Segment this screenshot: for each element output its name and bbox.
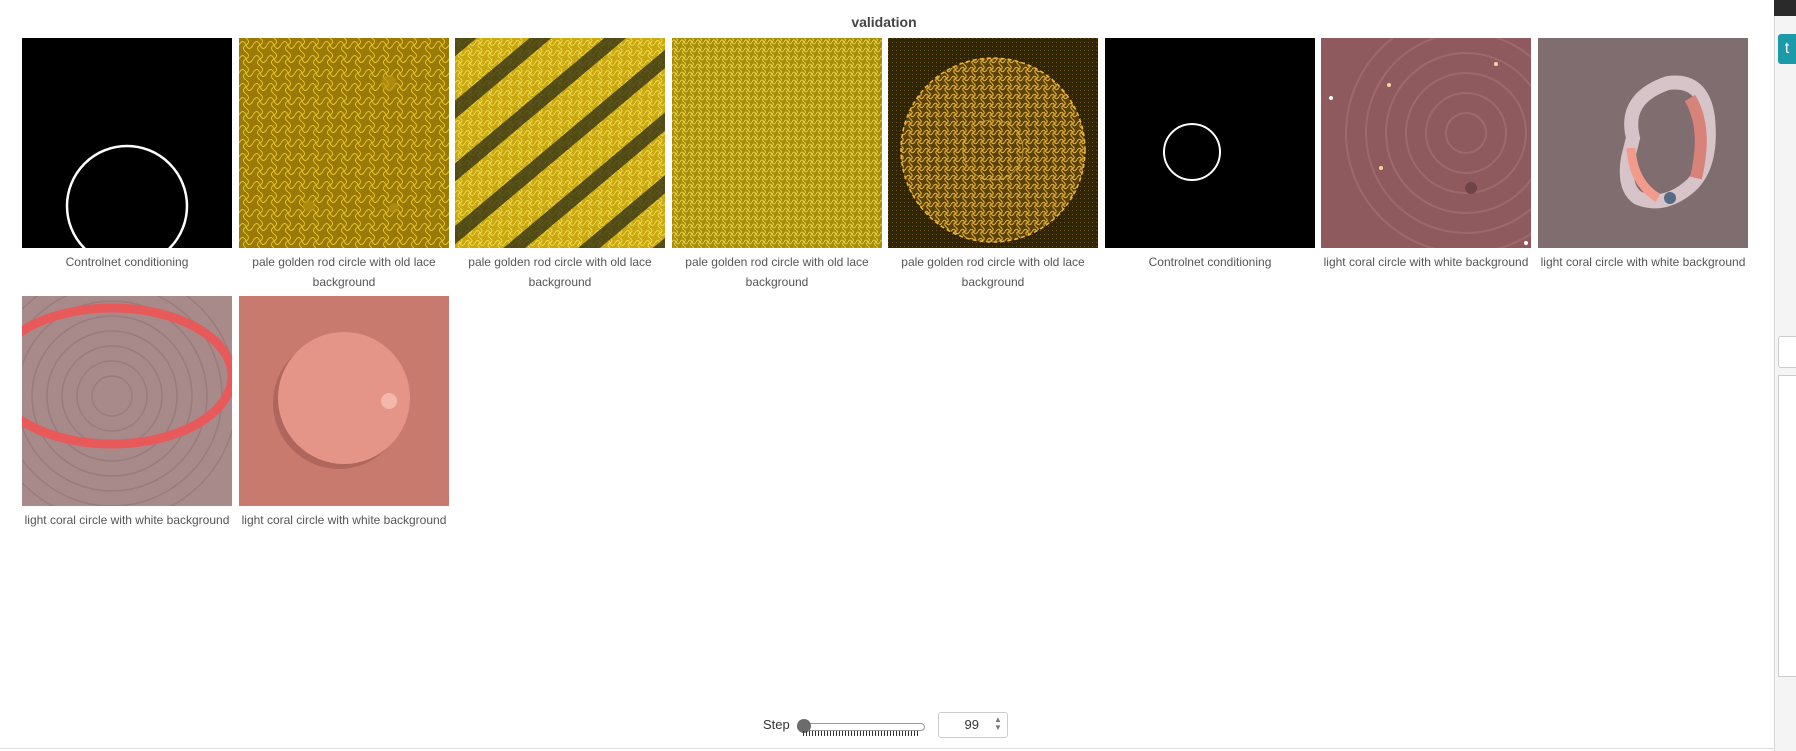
image-card[interactable]: pale golden rod circle with old lace bac…	[455, 38, 665, 292]
generated-image[interactable]	[455, 38, 665, 248]
image-caption: Controlnet conditioning	[1148, 255, 1272, 269]
generated-image[interactable]	[22, 296, 232, 506]
image-card[interactable]: pale golden rod circle with old lace bac…	[239, 38, 449, 292]
panel-title: validation	[851, 14, 917, 30]
image-card[interactable]: Controlnet conditioning	[1105, 38, 1315, 272]
side-input[interactable]	[1778, 336, 1796, 368]
image-card[interactable]: light coral circle with white background	[1538, 38, 1748, 272]
image-caption: light coral circle with white background	[241, 513, 447, 527]
image-card[interactable]: pale golden rod circle with old lace bac…	[672, 38, 882, 292]
step-label: Step	[763, 717, 790, 732]
image-caption: pale golden rod circle with old lace bac…	[685, 255, 869, 289]
stepper-arrows-icon[interactable]: ▲ ▼	[994, 716, 1002, 732]
image-caption: Controlnet conditioning	[65, 255, 189, 269]
window-corner	[1774, 0, 1796, 16]
image-card[interactable]: light coral circle with white background	[1321, 38, 1531, 272]
slider-track	[797, 723, 925, 731]
controlnet-conditioning-image[interactable]	[22, 38, 232, 248]
generated-image[interactable]	[1538, 38, 1748, 248]
controlnet-conditioning-image[interactable]	[1105, 38, 1315, 248]
image-card[interactable]: light coral circle with white background	[22, 296, 232, 530]
image-card[interactable]: pale golden rod circle with old lace bac…	[888, 38, 1098, 292]
generated-image[interactable]	[672, 38, 882, 248]
image-caption: light coral circle with white background	[1540, 255, 1746, 269]
generated-image[interactable]	[239, 296, 449, 506]
action-button[interactable]: t	[1778, 34, 1796, 64]
generated-image[interactable]	[1321, 38, 1531, 248]
image-caption: pale golden rod circle with old lace bac…	[901, 255, 1085, 289]
image-caption: pale golden rod circle with old lace bac…	[252, 255, 436, 289]
image-caption: light coral circle with white background	[24, 513, 230, 527]
slider-ticks	[803, 731, 918, 736]
divider	[0, 748, 1774, 749]
image-card[interactable]: light coral circle with white background	[239, 296, 449, 530]
generated-image[interactable]	[239, 38, 449, 248]
image-caption: pale golden rod circle with old lace bac…	[468, 255, 652, 289]
image-card[interactable]: Controlnet conditioning	[22, 38, 232, 272]
generated-image[interactable]	[888, 38, 1098, 248]
side-panel-box	[1778, 375, 1796, 677]
image-caption: light coral circle with white background	[1323, 255, 1529, 269]
